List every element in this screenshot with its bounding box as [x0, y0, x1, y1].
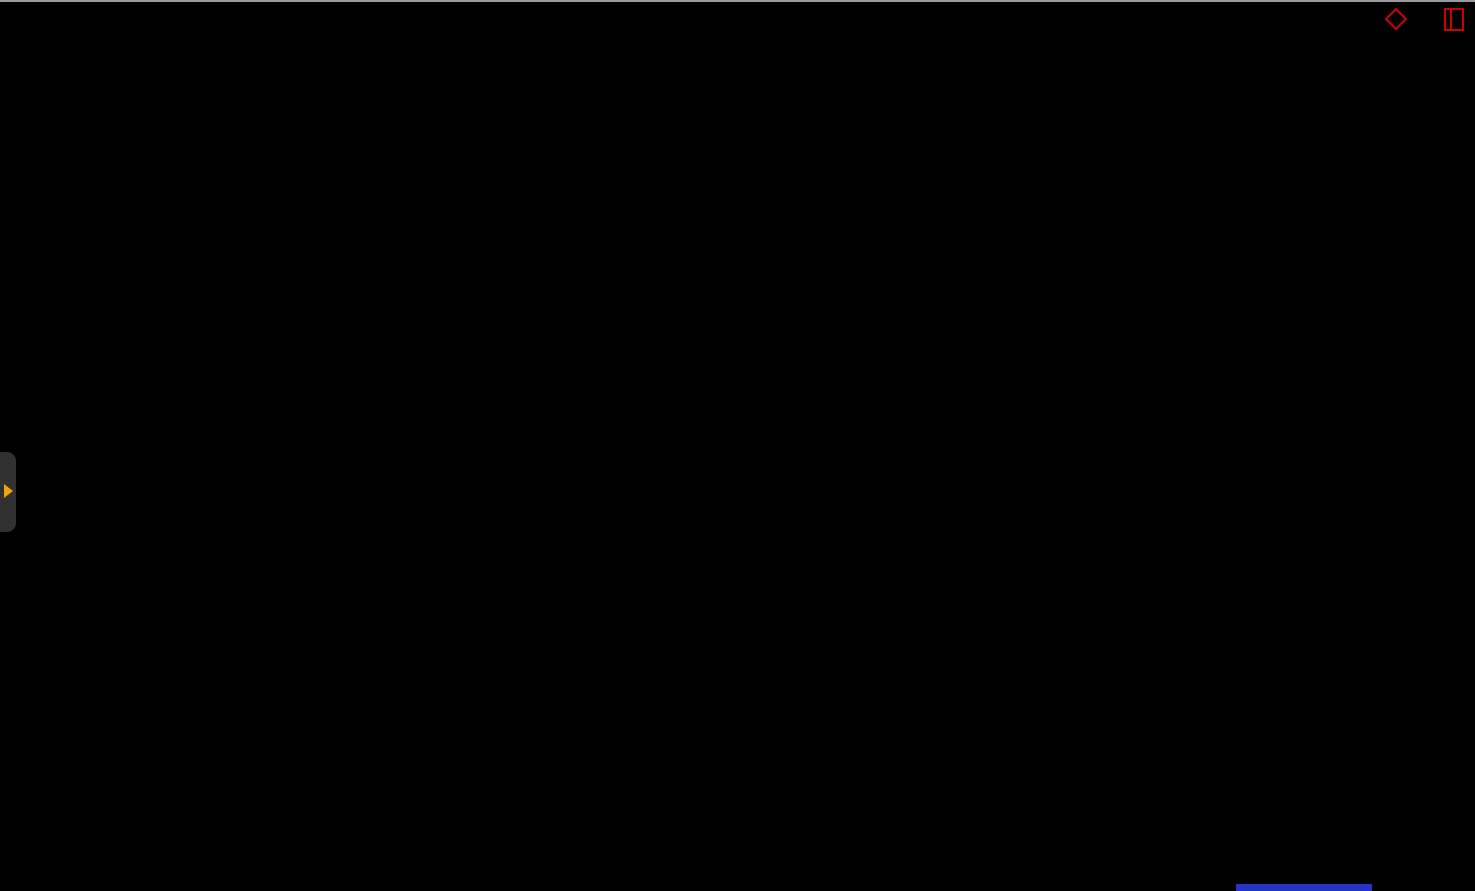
split-window-icon[interactable] [1444, 8, 1464, 31]
window-top-border [0, 0, 1475, 2]
sidebar-expand-handle[interactable] [0, 452, 16, 532]
expand-arrow-icon [4, 484, 13, 498]
chart-canvas[interactable] [0, 0, 1475, 891]
stock-chart-app [0, 0, 1475, 891]
split-window-icon-divider [1450, 10, 1452, 29]
date-highlight [1236, 884, 1372, 891]
